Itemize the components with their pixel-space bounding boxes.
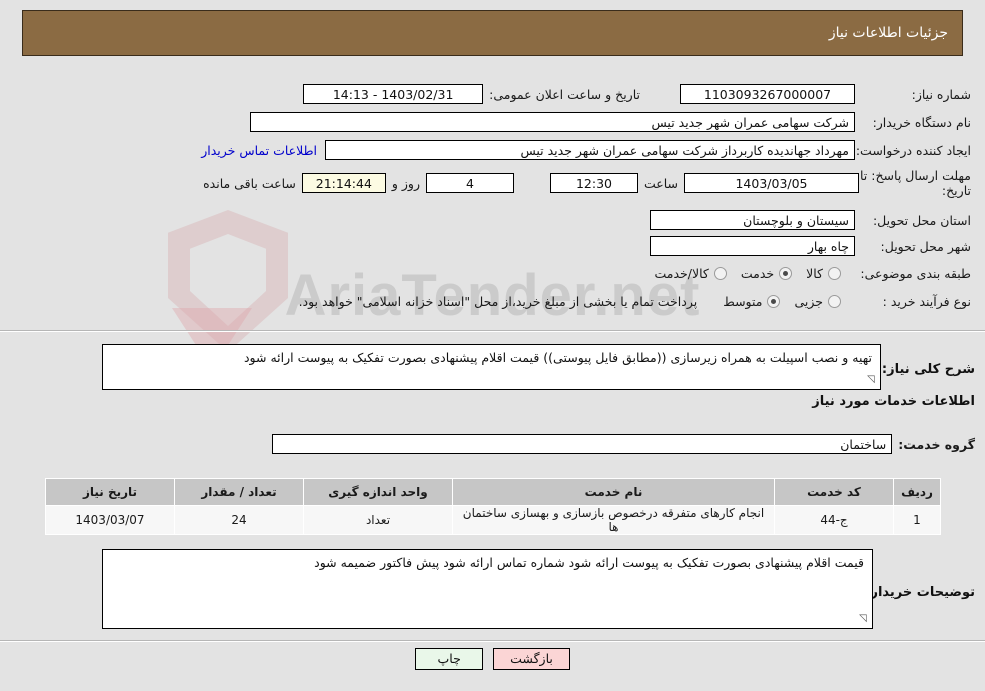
th-service-code: کد خدمت: [774, 478, 894, 506]
service-group-row: گروه خدمت: ساختمان: [272, 432, 975, 456]
page-title: جزئیات اطلاعات نیاز: [828, 25, 948, 41]
purchase-type-row: نوع فرآیند خرید : جزیی متوسط پرداخت تمام…: [299, 289, 971, 313]
category-option-kala-khedmat[interactable]: کالا/خدمت: [654, 265, 727, 281]
deadline-time-value: 12:30: [549, 173, 638, 193]
services-table-wrapper: ردیف کد خدمت نام خدمت واحد اندازه گیری ت…: [45, 478, 941, 535]
buyer-contact-link[interactable]: اطلاعات تماس خریدار: [201, 143, 325, 158]
city-label: شهر محل تحویل:: [880, 238, 971, 254]
cell-quantity: 24: [174, 505, 304, 535]
print-button[interactable]: چاپ: [415, 648, 484, 670]
category-option-khedmat[interactable]: خدمت: [740, 265, 793, 281]
radio-motevaset-icon[interactable]: [767, 294, 781, 308]
cell-need-date: 1403/03/07: [45, 505, 175, 535]
announce-datetime-value: 1403/02/31 - 14:13: [303, 84, 484, 104]
remaining-days-value: 4: [425, 173, 514, 193]
table-row: 1 ج-44 انجام کارهای متفرقه درخصوص بازساز…: [45, 505, 941, 535]
th-need-date: تاریخ نیاز: [45, 478, 175, 506]
province-label: استان محل تحویل:: [872, 212, 971, 228]
countdown-value: 21:14:44: [301, 173, 386, 193]
general-description-resize-grip-icon[interactable]: ◸: [867, 374, 875, 385]
buyer-org-label: نام دستگاه خریدار:: [872, 114, 971, 130]
divider-bottom: [0, 640, 985, 642]
requester-row: ایجاد کننده درخواست: مهرداد جهاندیده کار…: [201, 138, 971, 162]
buyer-notes-textarea[interactable]: قیمت اقلام پیشنهادی بصورت تفکیک به پیوست…: [102, 549, 873, 629]
category-row: طبقه بندی موضوعی: کالا خدمت کالا/خدمت: [654, 261, 971, 285]
service-group-value: ساختمان: [272, 434, 893, 454]
need-details-page: AriaTender.net جزئیات اطلاعات نیاز شماره…: [0, 0, 985, 691]
buyer-notes-resize-grip-icon[interactable]: ◸: [859, 613, 867, 624]
payment-note: پرداخت تمام یا بخشی از مبلغ خرید،از محل …: [298, 293, 698, 309]
radio-khedmat-icon[interactable]: [779, 266, 793, 280]
category-label: طبقه بندی موضوعی:: [860, 265, 971, 281]
service-group-label: گروه خدمت:: [898, 436, 975, 452]
buyer-notes-label: توضیحات خریدار:: [865, 585, 975, 600]
general-description-label: شرح کلی نیاز:: [881, 362, 975, 377]
action-buttons-bar: بازگشت چاپ: [0, 648, 985, 670]
purchase-type-option-jozei[interactable]: جزیی: [794, 294, 841, 309]
category-option-kala-khedmat-label: کالا/خدمت: [654, 265, 709, 281]
purchase-type-option-motevaset-label: متوسط: [723, 293, 763, 309]
services-section-heading: اطلاعات خدمات مورد نیاز: [812, 394, 975, 409]
purchase-type-label: نوع فرآیند خرید :: [882, 293, 971, 309]
hour-label: ساعت: [643, 175, 678, 191]
radio-kala-icon[interactable]: [828, 266, 841, 280]
back-button[interactable]: بازگشت: [493, 648, 570, 670]
days-label: روز و: [391, 175, 420, 191]
page-title-bar: جزئیات اطلاعات نیاز: [22, 10, 963, 56]
purchase-type-option-jozei-label: جزیی: [794, 293, 823, 309]
need-number-label: شماره نیاز:: [911, 86, 971, 102]
category-option-kala[interactable]: کالا: [806, 266, 841, 281]
province-row: استان محل تحویل: سیستان و بلوچستان: [650, 208, 971, 232]
buyer-org-row: نام دستگاه خریدار: شرکت سهامی عمران شهر …: [250, 110, 971, 134]
general-description-textarea[interactable]: تهیه و نصب اسپیلت به همراه زیرسازی ((مطا…: [102, 344, 881, 390]
province-value: سیستان و بلوچستان: [650, 210, 855, 230]
city-value: چاه بهار: [650, 236, 855, 256]
purchase-type-option-motevaset[interactable]: متوسط: [723, 293, 781, 309]
services-table: ردیف کد خدمت نام خدمت واحد اندازه گیری ت…: [45, 478, 941, 535]
deadline-label: مهلت ارسال پاسخ: تا تاریخ:: [860, 168, 971, 198]
th-service-name: نام خدمت: [452, 478, 775, 506]
need-number-value: 1103093267000007: [680, 84, 855, 104]
divider-top: [0, 330, 985, 332]
radio-jozei-icon[interactable]: [828, 294, 841, 308]
cell-unit: تعداد: [303, 505, 453, 535]
category-option-khedmat-label: خدمت: [740, 265, 775, 281]
cell-service-name: انجام کارهای متفرقه درخصوص بازسازی و بهس…: [452, 505, 775, 535]
buyer-org-value: شرکت سهامی عمران شهر جدید تیس: [250, 112, 855, 132]
need-info-panel: شماره نیاز: 1103093267000007 تاریخ و ساع…: [0, 64, 985, 324]
radio-kala-khedmat-icon[interactable]: [713, 266, 727, 280]
requester-label: ایجاد کننده درخواست:: [855, 142, 971, 158]
announce-datetime-row: تاریخ و ساعت اعلان عمومی: 1403/02/31 - 1…: [303, 82, 640, 106]
need-number-row: شماره نیاز: 1103093267000007: [680, 82, 971, 106]
th-unit: واحد اندازه گیری: [303, 478, 453, 506]
requester-value: مهرداد جهاندیده کاربرداز شرکت سهامی عمرا…: [325, 140, 855, 160]
announce-datetime-label: تاریخ و ساعت اعلان عمومی:: [489, 86, 640, 102]
th-quantity: تعداد / مقدار: [174, 478, 304, 506]
remaining-hours-label: ساعت باقی مانده: [203, 175, 296, 191]
deadline-date-value: 1403/03/05: [684, 173, 859, 193]
category-option-kala-label: کالا: [806, 265, 823, 281]
cell-service-code: ج-44: [774, 505, 894, 535]
cell-row-no: 1: [893, 505, 941, 535]
th-row-no: ردیف: [893, 478, 941, 506]
city-row: شهر محل تحویل: چاه بهار: [650, 234, 971, 258]
table-header-row: ردیف کد خدمت نام خدمت واحد اندازه گیری ت…: [45, 478, 941, 506]
deadline-row: مهلت ارسال پاسخ: تا تاریخ: 1403/03/05 سا…: [197, 166, 971, 200]
